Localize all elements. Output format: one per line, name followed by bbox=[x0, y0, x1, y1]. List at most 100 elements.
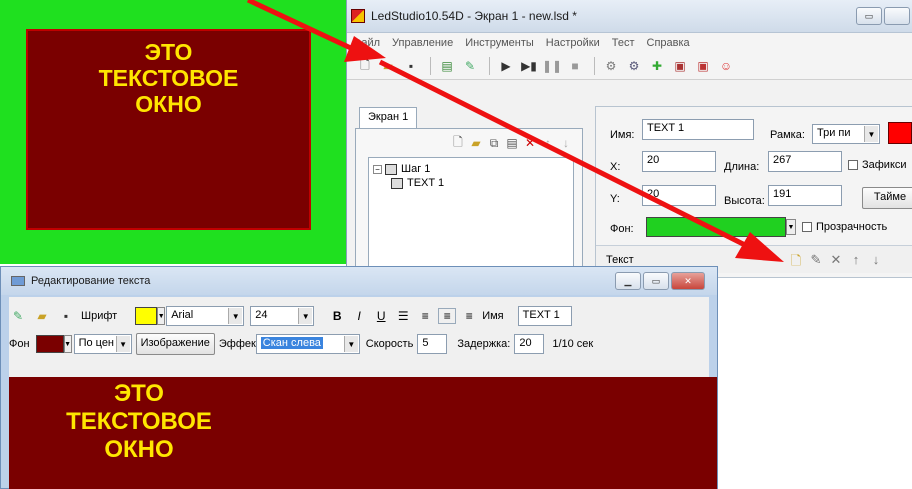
minimize-button[interactable]: ▭ bbox=[856, 7, 882, 25]
effect-select[interactable]: Скан слева ▼ bbox=[255, 334, 360, 354]
frame-color-swatch[interactable] bbox=[888, 122, 912, 144]
font-color-swatch[interactable] bbox=[135, 307, 158, 325]
tool-5-icon[interactable]: ▣ bbox=[693, 56, 713, 76]
frame-select[interactable]: Три пи ▼ bbox=[812, 124, 880, 144]
smiley-icon[interactable]: ☺ bbox=[716, 56, 736, 76]
tool-4-icon[interactable]: ▣ bbox=[670, 56, 690, 76]
tab-screen-1[interactable]: Экран 1 bbox=[359, 107, 418, 129]
move-down-icon[interactable]: ↓ bbox=[558, 135, 574, 151]
menu-help[interactable]: Справка bbox=[647, 37, 690, 49]
maximize-button[interactable] bbox=[884, 7, 910, 25]
main-titlebar[interactable]: LedStudio10.54D - Экран 1 - new.lsd * ▭ bbox=[347, 0, 912, 33]
text-item-icon bbox=[391, 177, 403, 189]
speed-field[interactable]: 5 bbox=[417, 334, 448, 354]
new-file-icon[interactable]: 🗋 bbox=[355, 56, 375, 76]
menu-tools[interactable]: Инструменты bbox=[465, 37, 534, 49]
delete-icon[interactable]: ✕ bbox=[522, 135, 538, 151]
italic-button[interactable]: I bbox=[350, 309, 368, 323]
font-color-dropdown[interactable]: ▼ bbox=[157, 307, 166, 325]
tool-2-icon[interactable]: ⚙ bbox=[624, 56, 644, 76]
step-icon[interactable]: ▶▮ bbox=[519, 56, 539, 76]
screen-icon[interactable]: ▤ bbox=[437, 56, 457, 76]
text-edit-canvas[interactable]: ЭТО ТЕКСТОВОЕ ОКНО bbox=[9, 377, 717, 489]
main-window-title: LedStudio10.54D - Экран 1 - new.lsd * bbox=[371, 9, 577, 23]
stop-icon[interactable]: ■ bbox=[565, 56, 585, 76]
font-label: Шрифт bbox=[81, 310, 118, 322]
edit-line-1: ЭТО bbox=[114, 380, 164, 407]
x-label: X: bbox=[610, 161, 621, 173]
edit-titlebar[interactable]: Редактирование текста ▁ ▭ ✕ bbox=[1, 267, 717, 295]
name-field[interactable]: TEXT 1 bbox=[642, 119, 754, 140]
text-down-icon[interactable]: ↓ bbox=[866, 252, 886, 274]
open-folder-icon[interactable]: ▰ bbox=[33, 307, 51, 325]
pause-icon[interactable]: ❚❚ bbox=[542, 56, 562, 76]
transparency-checkbox[interactable]: Прозрачность bbox=[802, 221, 887, 233]
bg-label: Фон bbox=[9, 338, 30, 350]
name-field[interactable]: TEXT 1 bbox=[517, 306, 572, 326]
tree-item[interactable]: TEXT 1 bbox=[373, 176, 569, 190]
bg-color-dropdown[interactable]: ▼ bbox=[63, 335, 72, 353]
open-folder-icon[interactable]: ▰ bbox=[378, 56, 398, 76]
add-text-icon[interactable]: 🗋 bbox=[786, 252, 806, 274]
align-center-icon[interactable]: ≡ bbox=[438, 308, 457, 324]
height-field[interactable]: 191 bbox=[768, 185, 842, 206]
menu-test[interactable]: Тест bbox=[612, 37, 635, 49]
length-field[interactable]: 267 bbox=[768, 151, 842, 172]
app-icon bbox=[351, 9, 365, 23]
text-up-icon[interactable]: ↑ bbox=[846, 252, 866, 274]
bold-button[interactable]: B bbox=[328, 309, 346, 323]
tree-step-label: Шаг 1 bbox=[401, 163, 431, 175]
edit-wand-icon[interactable]: ✎ bbox=[9, 307, 27, 325]
edit-text-icon[interactable]: ✎ bbox=[806, 252, 826, 274]
delete-text-icon[interactable]: ✕ bbox=[826, 252, 846, 274]
align-left-icon[interactable]: ≡ bbox=[416, 309, 434, 323]
edit-maximize-button[interactable]: ▭ bbox=[643, 272, 669, 290]
tool-1-icon[interactable]: ⚙ bbox=[601, 56, 621, 76]
x-field[interactable]: 20 bbox=[642, 151, 716, 172]
menu-bar: Файл Управление Инструменты Настройки Те… bbox=[347, 33, 912, 53]
led-preview: ЭТО ТЕКСТОВОЕ ОКНО bbox=[0, 0, 346, 264]
led-screen: ЭТО ТЕКСТОВОЕ ОКНО bbox=[26, 29, 311, 230]
bg-color-dropdown[interactable]: ▼ bbox=[786, 219, 796, 235]
timer-button[interactable]: Тайме bbox=[862, 187, 912, 209]
font-name-select[interactable]: Arial ▼ bbox=[166, 306, 245, 326]
fix-checkbox[interactable]: Зафикси bbox=[848, 159, 907, 171]
screen-panel: Экран 1 🗋 ▰ ⧉ ▤ ✕ ↑ ↓ − Шаг 1 TEXT 1 bbox=[355, 104, 585, 276]
height-label: Высота: bbox=[724, 195, 765, 207]
window-icon bbox=[11, 276, 25, 286]
add-item-icon[interactable]: ▰ bbox=[468, 135, 484, 151]
save-icon[interactable]: ▪ bbox=[401, 56, 421, 76]
align-right-icon[interactable]: ≡ bbox=[460, 309, 478, 323]
edit-minimize-button[interactable]: ▁ bbox=[615, 272, 641, 290]
y-field[interactable]: 20 bbox=[642, 185, 716, 206]
speed-label: Скорость bbox=[365, 338, 414, 350]
menu-file[interactable]: Файл bbox=[353, 37, 380, 49]
underline-button[interactable]: U bbox=[372, 309, 390, 323]
step-tree: − Шаг 1 TEXT 1 bbox=[368, 157, 574, 273]
save-icon[interactable]: ▪ bbox=[57, 307, 75, 325]
collapse-icon[interactable]: − bbox=[373, 164, 382, 174]
tool-3-icon[interactable]: ✚ bbox=[647, 56, 667, 76]
delay-field[interactable]: 20 bbox=[514, 334, 545, 354]
play-icon[interactable]: ▶ bbox=[496, 56, 516, 76]
edit-close-button[interactable]: ✕ bbox=[671, 272, 705, 290]
align-select[interactable]: По цен ▼ bbox=[73, 334, 132, 354]
copy-icon[interactable]: ⧉ bbox=[486, 135, 502, 151]
edit-icon[interactable]: ✎ bbox=[460, 56, 480, 76]
menu-control[interactable]: Управление bbox=[392, 37, 453, 49]
led-text: ЭТО ТЕКСТОВОЕ ОКНО bbox=[28, 39, 309, 117]
menu-settings[interactable]: Настройки bbox=[546, 37, 600, 49]
image-button[interactable]: Изображение bbox=[135, 333, 215, 355]
font-size-select[interactable]: 24 ▼ bbox=[250, 306, 315, 326]
move-up-icon[interactable]: ↑ bbox=[540, 135, 556, 151]
tree-step[interactable]: − Шаг 1 bbox=[373, 162, 569, 176]
list-icon[interactable]: ☰ bbox=[394, 309, 412, 323]
frame-label: Рамка: bbox=[770, 129, 805, 141]
paste-icon[interactable]: ▤ bbox=[504, 135, 520, 151]
add-step-icon[interactable]: 🗋 bbox=[450, 135, 466, 151]
bg-color-swatch[interactable] bbox=[646, 217, 786, 237]
bg-color-swatch[interactable] bbox=[35, 335, 64, 353]
led-line-2: ТЕКСТОВОЕ bbox=[98, 64, 239, 91]
name-label: Имя bbox=[482, 310, 504, 322]
properties-panel: Имя: TEXT 1 Рамка: Три пи ▼ X: 20 Длина: … bbox=[595, 106, 912, 278]
